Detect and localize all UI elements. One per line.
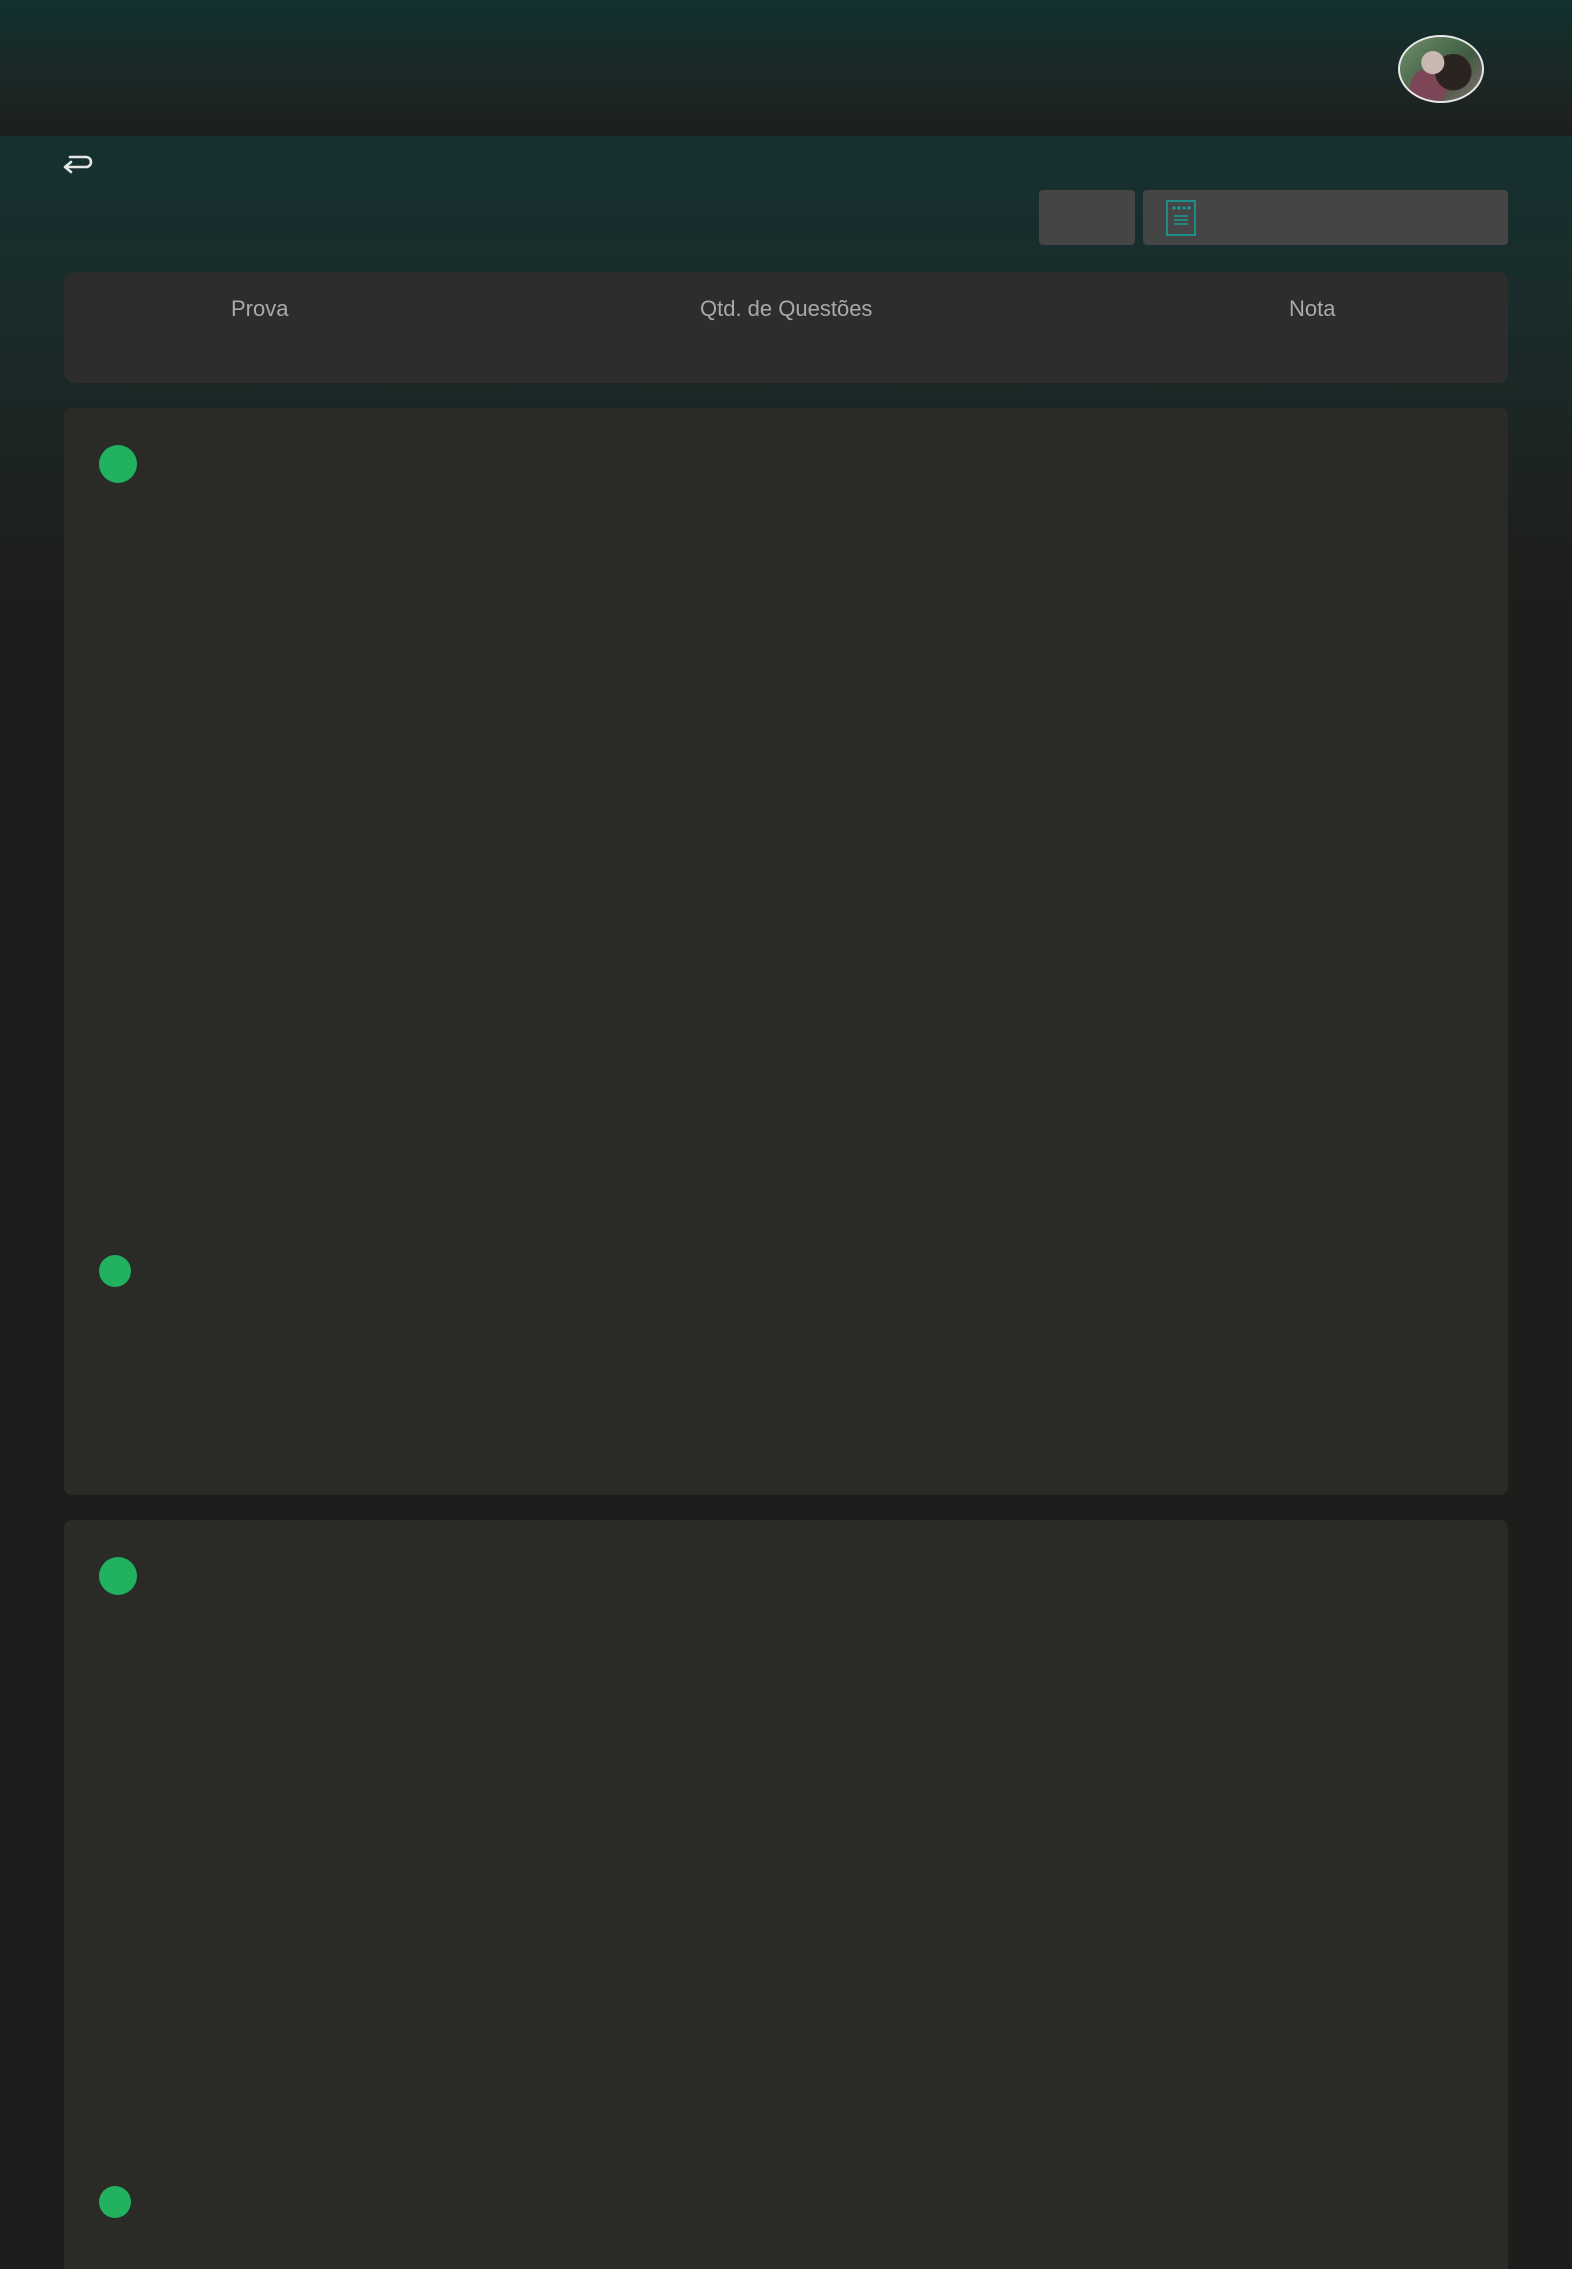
page: Prova Qtd. de Questões Nota: [0, 0, 1572, 2269]
user-avatar[interactable]: [1398, 35, 1484, 103]
filter-button[interactable]: [1039, 190, 1135, 245]
column-header-prova: Prova: [231, 296, 289, 321]
status-dot-icon: [99, 1557, 137, 1595]
back-arrow-icon[interactable]: [60, 148, 94, 182]
top-navigation-bar: [0, 0, 1572, 136]
exam-select[interactable]: [1143, 190, 1508, 245]
status-dot-icon: [99, 1255, 131, 1287]
exam-card[interactable]: [64, 1520, 1508, 2269]
column-header-nota: Nota: [1289, 296, 1336, 321]
status-dot-icon: [99, 2186, 131, 2218]
document-list-icon: [1165, 199, 1197, 237]
table-header: Prova Qtd. de Questões Nota: [64, 272, 1508, 383]
column-header-qtd-questoes: Qtd. de Questões: [700, 296, 873, 321]
status-dot-icon: [99, 445, 137, 483]
exam-card[interactable]: [64, 408, 1508, 1495]
